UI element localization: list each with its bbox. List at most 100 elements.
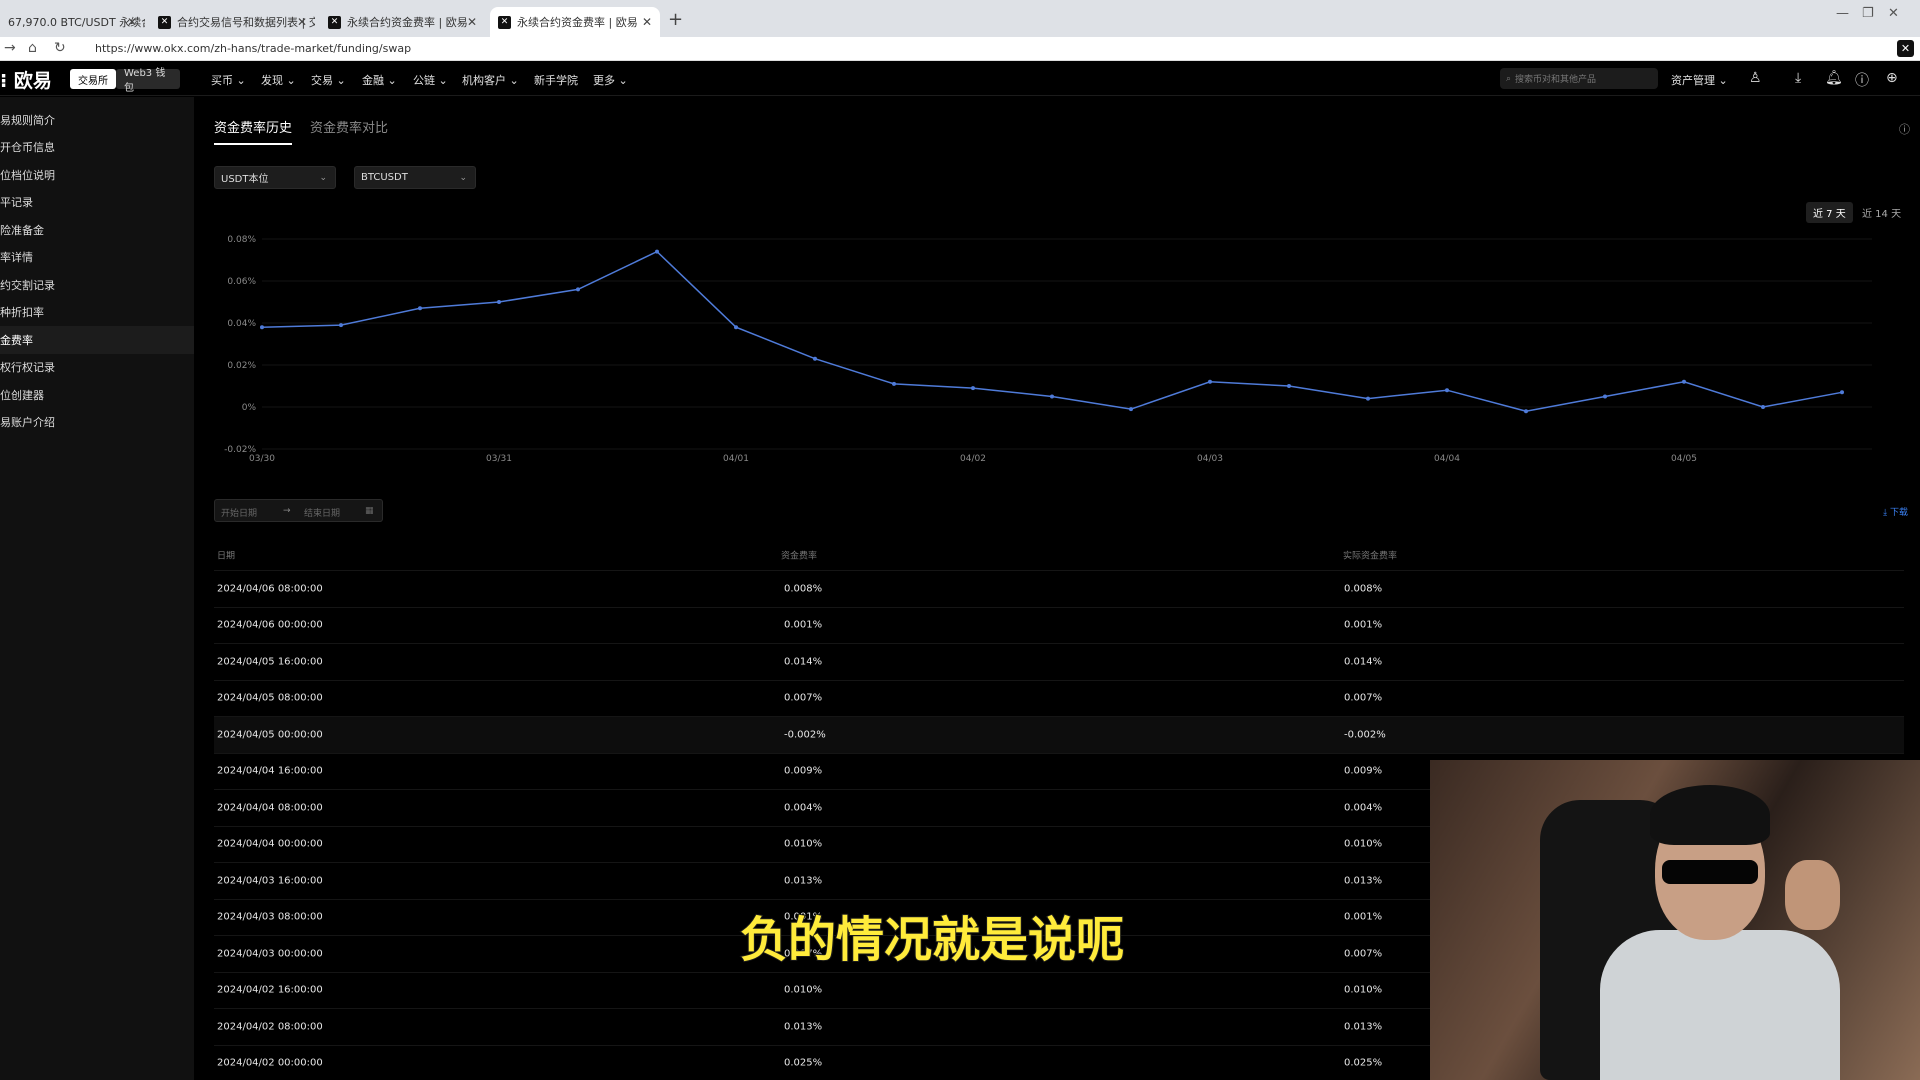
range-14d-button[interactable]: 近 14 天 — [1855, 202, 1908, 223]
browser-tab-active[interactable]: ✕ 永续合约资金费率 | 欧易 ✕ — [490, 7, 660, 37]
home-icon[interactable]: ⌂ — [28, 40, 37, 56]
start-date-input[interactable]: 开始日期 — [221, 506, 257, 519]
reload-icon[interactable]: ↻ — [54, 40, 66, 56]
data-point[interactable] — [1287, 384, 1291, 388]
cell-funding-rate: 0.014% — [784, 656, 823, 668]
end-date-input[interactable]: 结束日期 — [304, 506, 340, 519]
data-point[interactable] — [1603, 394, 1607, 399]
user-icon[interactable]: ♙ — [1749, 70, 1762, 86]
data-point[interactable] — [1208, 379, 1212, 384]
sidebar-item-delivery-records[interactable]: 约交割记录 — [0, 271, 194, 299]
data-point[interactable] — [497, 300, 501, 304]
browser-tab[interactable]: 67,970.0 BTC/USDT 永续合约 | ... ✕ — [0, 7, 145, 37]
close-icon[interactable]: ✕ — [297, 15, 307, 29]
nav-trade[interactable]: 交易 ⌄ — [311, 72, 346, 88]
tab-title: 67,970.0 BTC/USDT 永续合约 | ... — [8, 16, 145, 29]
cell-funding-rate: 0.001% — [784, 619, 823, 631]
x-tick-label: 04/05 — [1671, 454, 1697, 464]
okx-extension-icon[interactable]: ✕ — [1897, 40, 1914, 57]
sidebar-item-funding-rate[interactable]: 金费率 — [0, 326, 194, 354]
close-icon[interactable]: ✕ — [467, 15, 477, 29]
funding-tabs: 资金费率历史 资金费率对比 — [214, 117, 388, 145]
download-label: 下载 — [1889, 508, 1908, 518]
data-point[interactable] — [1129, 407, 1133, 412]
search-input[interactable]: ⌕ 搜索币对和其他产品 — [1500, 68, 1658, 89]
new-tab-button[interactable]: + — [668, 9, 683, 30]
bell-icon[interactable]: 🔔︎ — [1825, 70, 1843, 86]
data-points — [260, 249, 1844, 414]
download-button[interactable]: ⤓ 下载 — [1883, 505, 1908, 518]
date-range-picker[interactable]: 开始日期 → 结束日期 ▦ — [214, 499, 383, 522]
cell-funding-rate: 0.013% — [784, 875, 823, 887]
globe-icon[interactable]: ⊕ — [1886, 70, 1898, 86]
calendar-icon[interactable]: ▦ — [365, 506, 374, 516]
table-row: 2024/04/05 16:00:00 0.014% 0.014% — [214, 643, 1904, 680]
data-point[interactable] — [1840, 390, 1844, 395]
cell-actual-rate: 0.010% — [1344, 838, 1383, 850]
data-point[interactable] — [576, 287, 580, 292]
browser-tab[interactable]: ✕ 合约交易信号和数据列表 | 交易... ✕ — [150, 7, 315, 37]
nav-learn[interactable]: 新手学院 — [534, 72, 578, 88]
tab-funding-history[interactable]: 资金费率历史 — [214, 117, 293, 145]
sidebar-item-listing-info[interactable]: 开仓币信息 — [0, 134, 194, 162]
pair-select[interactable]: BTCUSDT ⌄ — [354, 166, 476, 189]
data-point[interactable] — [339, 323, 343, 328]
close-icon[interactable]: ✕ — [642, 15, 652, 29]
data-point[interactable] — [1761, 405, 1765, 409]
person-body — [1600, 930, 1840, 1080]
cell-funding-rate: 0.010% — [784, 838, 823, 850]
exchange-mode-button[interactable]: 交易所 — [70, 69, 116, 89]
data-point[interactable] — [1445, 388, 1449, 393]
data-point[interactable] — [1366, 396, 1370, 401]
nav-label: 交易 — [311, 74, 333, 87]
browser-tab[interactable]: ✕ 永续合约资金费率 | 欧易 ✕ — [320, 7, 485, 37]
forward-icon[interactable]: → — [4, 40, 16, 56]
sidebar-item-exercise-records[interactable]: 权行权记录 — [0, 354, 194, 382]
data-point[interactable] — [655, 249, 659, 254]
web3-wallet-button[interactable]: Web3 钱包 — [116, 68, 180, 94]
nav-chain[interactable]: 公链 ⌄ — [413, 72, 448, 88]
close-icon[interactable]: ✕ — [127, 15, 137, 29]
data-point[interactable] — [1050, 394, 1054, 399]
data-point[interactable] — [1524, 409, 1528, 414]
sidebar-item-tier-info[interactable]: 位档位说明 — [0, 161, 194, 189]
data-point[interactable] — [1682, 379, 1686, 384]
minimize-icon[interactable]: — — [1836, 6, 1849, 21]
sidebar-item-insurance-fund[interactable]: 险准备金 — [0, 216, 194, 244]
nav-buy-crypto[interactable]: 买币 ⌄ — [211, 72, 246, 88]
nav-institutional[interactable]: 机构客户 ⌄ — [462, 72, 519, 88]
data-point[interactable] — [892, 381, 896, 386]
data-point[interactable] — [813, 356, 817, 361]
tab-funding-compare[interactable]: 资金费率对比 — [310, 117, 388, 145]
sidebar-item-position-builder[interactable]: 位创建器 — [0, 381, 194, 409]
cell-date: 2024/04/02 16:00:00 — [217, 984, 323, 996]
sidebar-item-account-intro[interactable]: 易账户介绍 — [0, 409, 194, 437]
download-app-icon[interactable]: ⤓ — [1795, 70, 1801, 86]
site-header: ⁝ 欧易 交易所 Web3 钱包 买币 ⌄ 发现 ⌄ 交易 ⌄ 金融 ⌄ 公链 … — [0, 61, 1920, 96]
info-icon[interactable]: ⓘ — [1899, 121, 1910, 137]
y-tick-label: 0.02% — [227, 361, 256, 371]
asset-management-menu[interactable]: 资产管理 ⌄ — [1671, 72, 1728, 88]
range-7d-button[interactable]: 近 7 天 — [1806, 202, 1853, 223]
data-point[interactable] — [418, 306, 422, 311]
video-subtitle: 负的情况就是说呃 — [739, 911, 1125, 969]
data-point[interactable] — [971, 386, 975, 391]
cell-funding-rate: 0.013% — [784, 1021, 823, 1033]
sidebar-item-discount-rate[interactable]: 种折扣率 — [0, 299, 194, 327]
help-icon[interactable]: ⓘ — [1855, 70, 1869, 90]
margin-type-select[interactable]: USDT本位 ⌄ — [214, 166, 336, 189]
nav-discover[interactable]: 发现 ⌄ — [261, 72, 296, 88]
data-point[interactable] — [260, 325, 264, 330]
url-field[interactable]: https://www.okx.com/zh-hans/trade-market… — [95, 42, 411, 55]
sidebar-item-rate-details[interactable]: 率详情 — [0, 244, 194, 272]
maximize-icon[interactable]: ❐ — [1862, 6, 1874, 21]
nav-finance[interactable]: 金融 ⌄ — [362, 72, 397, 88]
data-point[interactable] — [734, 325, 738, 330]
cell-date: 2024/04/03 08:00:00 — [217, 911, 323, 923]
close-window-icon[interactable]: ✕ — [1888, 6, 1899, 21]
sidebar-item-liquidation-records[interactable]: 平记录 — [0, 189, 194, 217]
sidebar-item-trading-rules[interactable]: 易规则简介 — [0, 106, 194, 134]
nav-more[interactable]: 更多 ⌄ — [593, 72, 628, 88]
logo[interactable]: ⁝ 欧易 — [0, 66, 52, 93]
chart-grid — [262, 238, 1872, 450]
